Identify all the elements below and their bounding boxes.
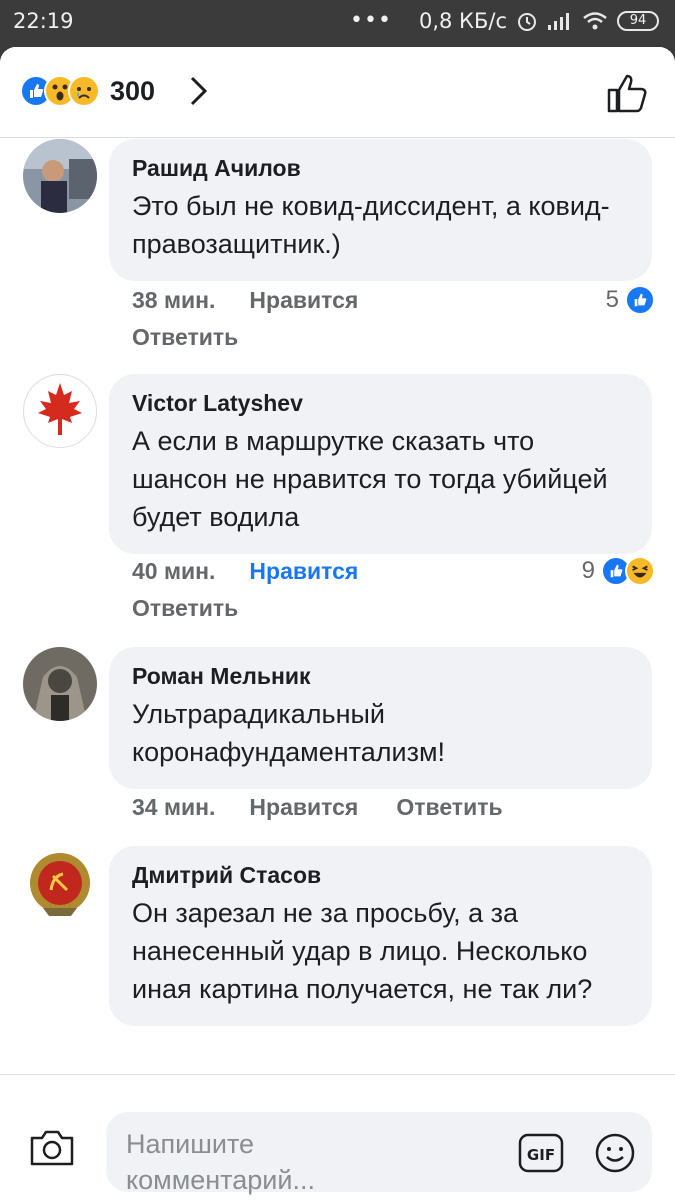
comment-text: Ультрарадикальный коронафундаментализм! (132, 699, 446, 767)
comment-time[interactable]: 40 мин. (132, 558, 215, 585)
camera-icon[interactable] (28, 1128, 76, 1168)
comment-author[interactable]: Роман Мельник (132, 661, 630, 691)
like-outline-icon[interactable] (605, 71, 649, 115)
avatar[interactable] (23, 846, 97, 920)
network-speed: 0,8 КБ/с (418, 8, 507, 33)
like-icon (625, 285, 655, 315)
sheet-header: 300 (0, 47, 675, 138)
status-time: 22:19 (13, 9, 74, 33)
comment-input[interactable]: Напишите комментарий... GIF (106, 1112, 652, 1195)
status-bar: 22:19 ••• 0,8 КБ/с 94 (0, 0, 675, 46)
comment-author[interactable]: Victor Latyshev (132, 388, 630, 418)
comment-time[interactable]: 38 мин. (132, 287, 215, 314)
comment-text: Он зарезал не за просьбу, а за нанесенны… (132, 898, 593, 1004)
comments-sheet: 300 Рашид Ачилов Это был не ковид-диссид… (0, 47, 675, 1200)
comment-actions: 34 мин. Нравится Ответить (132, 794, 503, 821)
status-dots: ••• (350, 8, 392, 33)
reaction-count: 300 (110, 75, 156, 106)
reactions-summary[interactable]: 300 (20, 75, 155, 107)
reaction-number: 9 (581, 557, 595, 584)
avatar[interactable] (23, 374, 97, 448)
chevron-right-icon[interactable] (185, 75, 211, 107)
comment-text: А если в маршрутке сказать что шансон не… (132, 426, 608, 532)
like-action[interactable]: Нравится (249, 558, 358, 585)
comment-reactions[interactable]: 5 (606, 285, 655, 315)
battery-icon: 94 (617, 10, 659, 31)
signal-icon (548, 12, 569, 30)
comment-time[interactable]: 34 мин. (132, 794, 215, 821)
gif-label: GIF (527, 1146, 555, 1164)
comment-bubble[interactable]: Дмитрий Стасов Он зарезал не за просьбу,… (109, 846, 652, 1026)
like-action[interactable]: Нравится (249, 287, 358, 314)
avatar[interactable] (23, 139, 97, 213)
comment-text: Это был не ковид-диссидент, а ковид-прав… (132, 191, 610, 259)
sad-icon (68, 75, 100, 107)
comment-bubble[interactable]: Рашид Ачилов Это был не ковид-диссидент,… (109, 139, 652, 281)
comment-bubble[interactable]: Victor Latyshev А если в маршрутке сказа… (109, 374, 652, 554)
reaction-number: 5 (605, 286, 619, 313)
gif-icon[interactable]: GIF (518, 1133, 564, 1173)
comment-bubble[interactable]: Роман Мельник Ультрарадикальный коронафу… (109, 647, 652, 789)
alarm-icon (518, 12, 536, 31)
reply-action[interactable]: Ответить (396, 794, 502, 821)
avatar[interactable] (23, 647, 97, 721)
emoji-icon[interactable] (594, 1132, 636, 1174)
battery-level: 94 (629, 13, 647, 28)
like-action[interactable]: Нравится (249, 794, 358, 821)
wifi-icon (583, 11, 607, 29)
comment-composer: Напишите комментарий... GIF (0, 1074, 675, 1200)
comment-author[interactable]: Дмитрий Стасов (132, 860, 630, 890)
comment-actions: 38 мин. Нравится Ответить (132, 287, 358, 351)
comment-actions: 40 мин. Нравится Ответить (132, 558, 358, 622)
comment-reactions[interactable]: 9 (582, 556, 655, 586)
reply-action[interactable]: Ответить (132, 595, 238, 622)
comment-placeholder: Напишите комментарий... (126, 1129, 315, 1195)
haha-icon (625, 556, 655, 586)
comment-author[interactable]: Рашид Ачилов (132, 153, 630, 183)
reply-action[interactable]: Ответить (132, 324, 238, 351)
